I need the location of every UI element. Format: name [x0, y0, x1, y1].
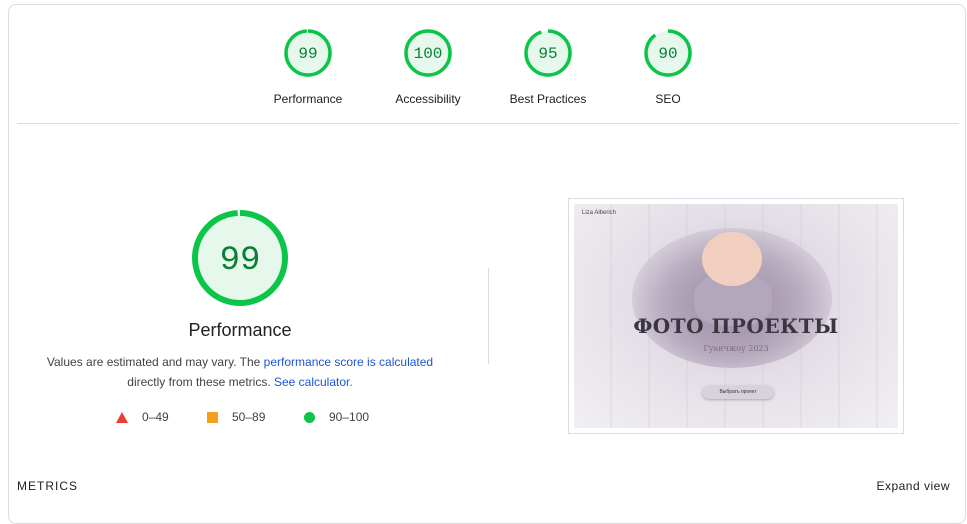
- gauge-ring: 90: [644, 29, 692, 77]
- performance-description: Values are estimated and may vary. The p…: [40, 352, 440, 392]
- gauge-accessibility[interactable]: 100 Accessibility: [378, 28, 478, 106]
- site-logo: Liza Alberich: [582, 210, 617, 216]
- gauge-label: Accessibility: [395, 92, 461, 106]
- gauge-score: 99: [298, 45, 317, 63]
- legend-range: 50–89: [232, 410, 266, 424]
- metrics-heading: METRICS: [17, 479, 78, 493]
- gauge-best-practices[interactable]: 95 Best Practices: [498, 28, 598, 106]
- legend-range: 0–49: [142, 410, 169, 424]
- gauge-label: Performance: [273, 92, 343, 106]
- site-hero-subtitle: Гуанчжоу 2023: [703, 344, 769, 353]
- performance-score: 99: [220, 242, 261, 280]
- gauge-ring: 99: [192, 210, 288, 306]
- performance-title: Performance: [188, 320, 292, 340]
- gauge-performance[interactable]: 99 Performance: [258, 28, 358, 106]
- gauge-seo[interactable]: 90 SEO: [618, 28, 718, 106]
- gauge-ring: 95: [524, 29, 572, 77]
- legend-average: 50–89: [207, 410, 265, 424]
- gauge-label: Best Practices: [509, 92, 587, 106]
- site-hero-button: Выбрать проект: [702, 385, 774, 399]
- gauge-score: 95: [538, 45, 557, 63]
- legend-pass: 90–100: [304, 410, 369, 424]
- desc-text-2: directly from these metrics.: [127, 375, 274, 389]
- gauge-ring: 99: [284, 29, 332, 77]
- expand-view-button[interactable]: Expand view: [876, 479, 950, 493]
- square-icon: [207, 411, 218, 423]
- baby-head-shape: [702, 232, 762, 286]
- screenshot-image: Liza Alberich ФОТО ПРОЕКТЫ Гуанчжоу 2023…: [574, 204, 898, 428]
- header-divider: [17, 123, 959, 124]
- triangle-icon: [116, 411, 128, 423]
- legend-fail: 0–49: [116, 410, 169, 424]
- gauge-ring: 100: [404, 29, 452, 77]
- legend-range: 90–100: [329, 410, 370, 424]
- score-calculated-link[interactable]: performance score is calculated: [264, 355, 433, 369]
- site-hero-title: ФОТО ПРОЕКТЫ: [633, 314, 839, 338]
- final-screenshot[interactable]: Liza Alberich ФОТО ПРОЕКТЫ Гуанчжоу 2023…: [568, 198, 904, 434]
- see-calculator-link[interactable]: See calculator.: [274, 375, 353, 389]
- gauge-score: 90: [658, 45, 677, 63]
- performance-gauge-large: 99: [188, 206, 292, 315]
- gauge-label: SEO: [655, 92, 681, 106]
- vertical-divider: [488, 268, 489, 364]
- gauge-score: 100: [414, 45, 443, 63]
- desc-text: Values are estimated and may vary. The: [46, 355, 264, 369]
- circle-icon: [304, 411, 315, 423]
